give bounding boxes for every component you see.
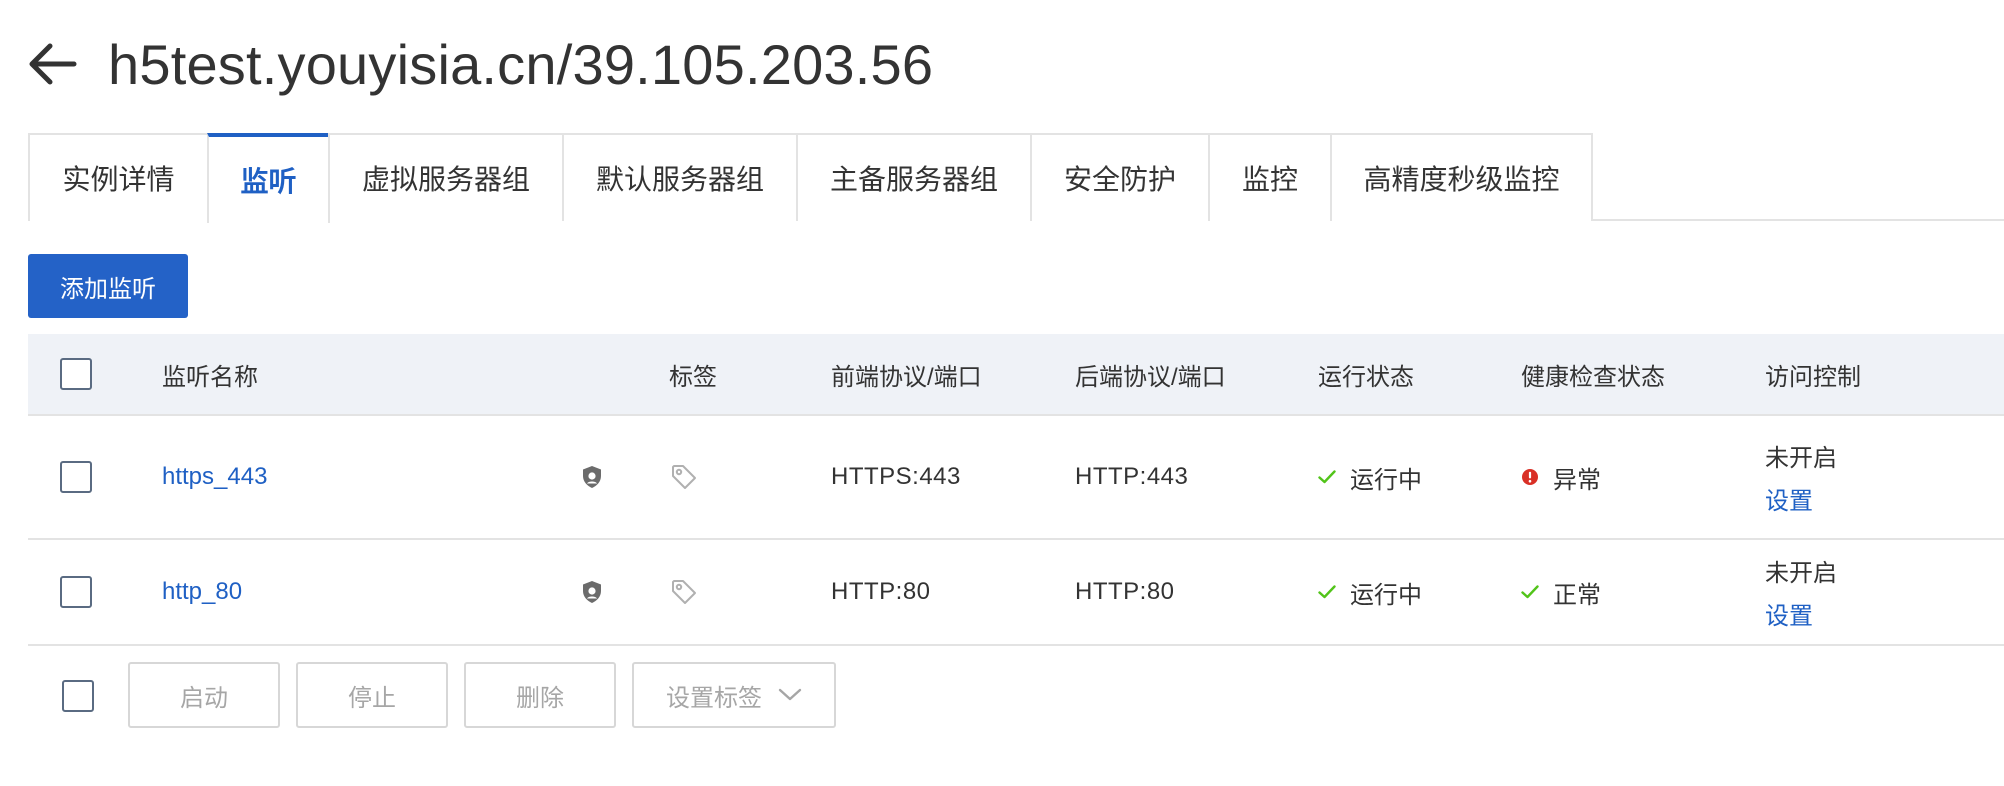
set-tags-dropdown[interactable]: 设置标签 [632,662,836,728]
row-checkbox[interactable] [60,576,92,608]
access-control-settings-link[interactable]: 设置 [1765,481,1813,516]
check-icon [1521,585,1539,599]
add-listener-button[interactable]: 添加监听 [28,254,188,318]
column-header-frontend: 前端协议/端口 [831,363,982,391]
select-all-cell [60,334,92,414]
tag-icon[interactable] [671,416,697,538]
run-status: 运行中 [1318,416,1422,538]
listener-name-link[interactable]: http_80 [162,540,242,644]
tab-primary-backup-server-group[interactable]: 主备服务器组 [796,133,1032,221]
column-header-access-control: 访问控制 [1765,363,1861,391]
error-icon [1522,469,1538,485]
column-header-name[interactable]: 监听名称 [162,334,258,414]
backend-protocol-port: HTTP:80 [1075,578,1175,605]
health-status-text: 正常 [1553,581,1601,609]
table-header-row: 监听名称 标签 前端协议/端口 后端协议/端口 运行状态 健康检查状态 访问控制 [28,334,2004,416]
page-title: h5test.youyisia.cn/39.105.203.56 [108,32,934,96]
back-arrow-icon[interactable] [28,39,78,89]
health-status: 正常 [1521,540,1601,644]
frontend-protocol-port: HTTP:80 [831,578,931,605]
check-icon [1318,470,1336,484]
shield-icon[interactable] [581,416,603,538]
column-header-health-status: 健康检查状态 [1521,363,1665,391]
frontend-protocol-port: HTTPS:443 [831,463,961,490]
row-checkbox[interactable] [60,461,92,493]
health-status: 异常 [1521,416,1601,538]
row-select-cell [60,540,92,644]
run-status-text: 运行中 [1350,466,1422,494]
delete-button[interactable]: 删除 [464,662,616,728]
bulk-select-all-checkbox[interactable] [62,680,94,712]
select-all-checkbox[interactable] [60,358,92,390]
tab-bar: 实例详情 监听 虚拟服务器组 默认服务器组 主备服务器组 安全防护 监控 高精度… [28,133,2004,223]
access-control-settings-link[interactable]: 设置 [1765,596,1813,631]
bulk-action-bar: 启动 停止 删除 设置标签 [28,662,1028,728]
access-control-status: 未开启 [1765,560,1837,587]
tab-instance-details[interactable]: 实例详情 [28,133,209,221]
listener-table: 监听名称 标签 前端协议/端口 后端协议/端口 运行状态 健康检查状态 访问控制… [28,334,2004,646]
health-status-text: 异常 [1553,466,1601,494]
tag-icon[interactable] [671,540,697,644]
access-control-cell: 未开启 设置 [1765,416,1837,538]
tab-virtual-server-groups[interactable]: 虚拟服务器组 [328,133,564,221]
access-control-status: 未开启 [1765,445,1837,472]
check-icon [1318,585,1336,599]
column-header-tags: 标签 [669,363,717,391]
tab-high-precision-monitoring[interactable]: 高精度秒级监控 [1330,133,1593,221]
listener-name-link[interactable]: https_443 [162,416,267,538]
backend-protocol-port: HTTP:443 [1075,463,1189,490]
shield-icon[interactable] [581,540,603,644]
table-row: http_80 HTTP:80 HTTP:80 运行中 正常 未开启 设置 [28,540,2004,646]
page-header: h5test.youyisia.cn/39.105.203.56 [28,28,933,100]
tab-listeners[interactable]: 监听 [207,133,330,223]
tab-security-protection[interactable]: 安全防护 [1030,133,1210,221]
start-button[interactable]: 启动 [128,662,280,728]
column-header-run-status: 运行状态 [1318,363,1414,391]
row-select-cell [60,416,92,538]
tab-monitoring[interactable]: 监控 [1208,133,1332,221]
stop-button[interactable]: 停止 [296,662,448,728]
run-status-text: 运行中 [1350,581,1422,609]
access-control-cell: 未开启 设置 [1765,540,1837,644]
chevron-down-icon [778,688,802,701]
listener-page: h5test.youyisia.cn/39.105.203.56 实例详情 监听… [0,0,2004,786]
tab-default-server-group[interactable]: 默认服务器组 [562,133,798,221]
run-status: 运行中 [1318,540,1422,644]
set-tags-label: 设置标签 [666,684,762,712]
table-row: https_443 HTTPS:443 HTTP:443 运行中 异常 未开启 … [28,416,2004,540]
column-header-backend: 后端协议/端口 [1075,363,1226,391]
